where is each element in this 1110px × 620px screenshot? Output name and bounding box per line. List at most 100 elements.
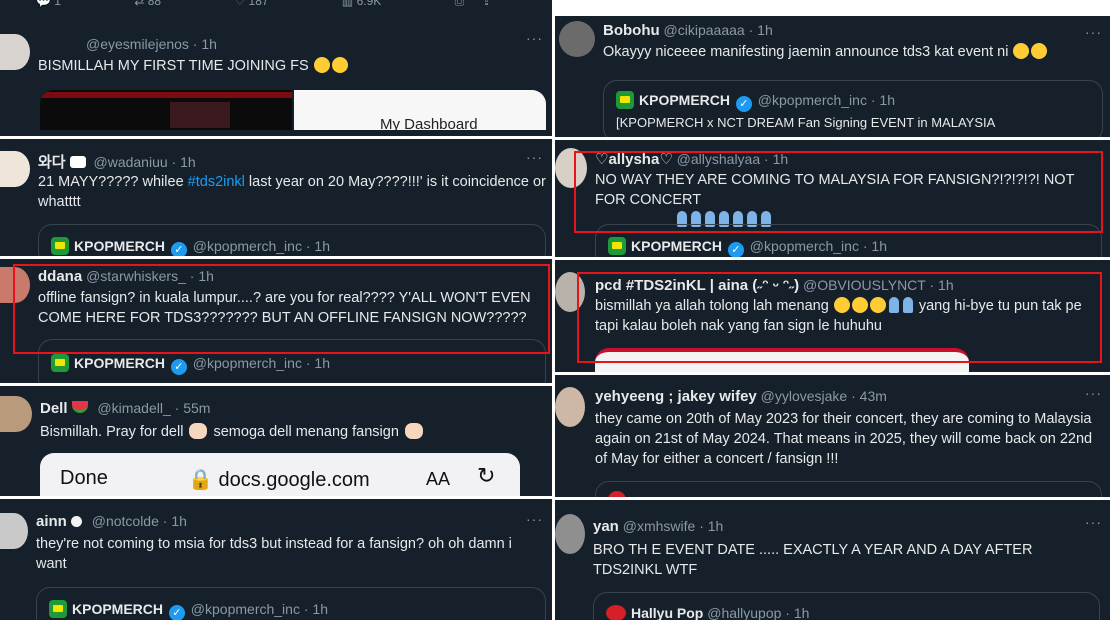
praying-hands-emoji-icon bbox=[404, 423, 423, 439]
timestamp[interactable]: 1h bbox=[180, 154, 196, 170]
more-options-icon[interactable]: ··· bbox=[526, 149, 543, 165]
tweet-media[interactable]: My Dashboard bbox=[40, 90, 546, 130]
left-panel-top: 💬 1 ⇄ 88 ♡ 187 ▥ 6.9K ⎙ ⇪ @eyesmilejenos… bbox=[0, 0, 552, 136]
quote-tweet[interactable]: Hallyu Pop @hallyupop · 1h bbox=[593, 592, 1100, 620]
views-icon[interactable]: ▥ bbox=[342, 0, 353, 8]
more-options-icon[interactable]: ··· bbox=[526, 511, 543, 527]
media-image-light: My Dashboard bbox=[294, 90, 546, 130]
kpopmerch-logo-icon bbox=[608, 237, 626, 255]
timestamp[interactable]: 43m bbox=[860, 388, 887, 404]
tweet-actions: 💬 1 ⇄ 88 ♡ 187 ▥ 6.9K ⎙ ⇪ bbox=[36, 0, 492, 9]
sob-emoji-icon bbox=[331, 57, 348, 73]
tweet-header: Dell @kimadell_ · 55m bbox=[40, 400, 211, 417]
quote-handle: @hallyupop bbox=[707, 605, 782, 620]
quote-time: 1h bbox=[879, 92, 895, 108]
handle[interactable]: @wadaniuu bbox=[94, 154, 168, 170]
tweet-header: @eyesmilejenos · 1h bbox=[86, 36, 217, 52]
handle[interactable]: @notcolde bbox=[92, 513, 159, 529]
media-caption: My Dashboard bbox=[380, 116, 478, 130]
display-name[interactable]: Bobohu bbox=[603, 22, 660, 39]
display-name[interactable]: 와다 bbox=[38, 154, 66, 171]
watermelon-emoji-icon bbox=[71, 401, 88, 413]
avatar[interactable] bbox=[555, 387, 585, 427]
quote-time: 1h bbox=[314, 238, 330, 254]
avatar[interactable] bbox=[555, 514, 585, 554]
quote-header: KPOPMERCH ✓ @kpopmerch_inc · 1h bbox=[51, 237, 330, 256]
avatar[interactable] bbox=[0, 396, 32, 432]
quote-tweet[interactable]: KPOPMERCH ✓ @kpopmerch_inc · 1h bbox=[36, 587, 546, 620]
more-options-icon[interactable]: ··· bbox=[1085, 514, 1102, 530]
quote-tweet[interactable]: KPOPMERCH ✓ @kpopmerch_inc · 1h [KPOPMER… bbox=[603, 80, 1103, 137]
display-name[interactable]: Dell bbox=[40, 400, 68, 417]
display-name[interactable]: ainn bbox=[36, 513, 67, 530]
pensive-emoji-icon bbox=[1013, 43, 1030, 59]
quote-header: KPOPMERCH ✓ @kpopmerch_inc · 1h bbox=[608, 237, 887, 257]
screenshot-collage: 💬 1 ⇄ 88 ♡ 187 ▥ 6.9K ⎙ ⇪ @eyesmilejenos… bbox=[0, 0, 1110, 620]
tweet-header: ainn @notcolde · 1h bbox=[36, 513, 187, 530]
highlight-box bbox=[13, 264, 550, 354]
sob-emoji-icon bbox=[313, 57, 330, 73]
handle[interactable]: @xmhswife bbox=[623, 518, 696, 534]
avatar[interactable] bbox=[0, 151, 30, 187]
reply-icon[interactable]: 💬 bbox=[36, 0, 51, 8]
more-options-icon[interactable]: ··· bbox=[526, 30, 543, 46]
quote-time: 1h bbox=[312, 601, 328, 617]
timestamp[interactable]: 1h bbox=[171, 513, 187, 529]
avatar[interactable] bbox=[559, 21, 595, 57]
timestamp[interactable]: 55m bbox=[183, 400, 210, 416]
chef-emoji-icon bbox=[69, 156, 86, 168]
more-options-icon[interactable]: ··· bbox=[1085, 385, 1102, 401]
browser-text-size-button[interactable]: AA bbox=[426, 469, 450, 490]
handle[interactable]: @eyesmilejenos bbox=[86, 36, 189, 52]
hashtag-link[interactable]: #tds2inkl bbox=[188, 174, 245, 190]
left-panel-2: 와다 @wadaniuu · 1h ··· 21 MAYY????? while… bbox=[0, 139, 552, 256]
quote-tweet[interactable]: KPOPMERCH ✓ @kpopmerch_inc · 1h bbox=[38, 224, 546, 256]
media-banner bbox=[40, 92, 292, 98]
quote-handle: @kpopmerch_inc bbox=[757, 92, 867, 108]
left-panel-4: Dell @kimadell_ · 55m Bismillah. Pray fo… bbox=[0, 386, 552, 496]
browser-url-bar[interactable]: 🔒 docs.google.com bbox=[188, 467, 370, 492]
verified-badge-icon: ✓ bbox=[170, 242, 187, 256]
quote-tweet[interactable] bbox=[595, 481, 1102, 497]
handle[interactable]: @cikipaaaaa bbox=[664, 22, 745, 38]
avatar[interactable] bbox=[0, 34, 30, 70]
quote-time: 1h bbox=[314, 355, 330, 371]
quote-time: 1h bbox=[871, 238, 887, 254]
browser-url: docs.google.com bbox=[218, 469, 370, 491]
quote-handle: @kpopmerch_inc bbox=[192, 355, 302, 371]
browser-screenshot[interactable]: Done 🔒 docs.google.com AA ↻ bbox=[40, 453, 520, 496]
right-panel-4: yehyeeng ; jakey wifey @yylovesjake · 43… bbox=[555, 375, 1110, 497]
quote-display-name: KPOPMERCH bbox=[639, 92, 731, 108]
timestamp[interactable]: 1h bbox=[201, 36, 217, 52]
avatar[interactable] bbox=[0, 513, 28, 549]
share-icon[interactable]: ⇪ bbox=[482, 0, 492, 8]
like-icon[interactable]: ♡ bbox=[234, 0, 245, 8]
media-banner-art bbox=[170, 102, 230, 128]
egg-emoji-icon bbox=[70, 516, 82, 527]
tweet-text: they came on 20th of May 2023 for their … bbox=[595, 411, 1093, 467]
lock-icon: 🔒 bbox=[188, 469, 213, 491]
browser-done-button[interactable]: Done bbox=[60, 467, 108, 490]
reload-icon[interactable]: ↻ bbox=[477, 463, 495, 489]
handle[interactable]: @kimadell_ bbox=[97, 400, 170, 416]
bookmark-icon[interactable]: ⎙ bbox=[455, 0, 465, 8]
handle[interactable]: @yylovesjake bbox=[761, 388, 848, 404]
display-name[interactable]: yehyeeng ; jakey wifey bbox=[595, 388, 757, 405]
more-options-icon[interactable]: ··· bbox=[1085, 24, 1102, 40]
display-name[interactable]: yan bbox=[593, 518, 619, 535]
quote-text: [KPOPMERCH x NCT DREAM Fan Signing EVENT… bbox=[616, 115, 996, 130]
kpopmerch-logo-icon bbox=[51, 237, 69, 255]
pensive-emoji-icon bbox=[1031, 43, 1048, 59]
praying-hands-emoji-icon bbox=[189, 423, 208, 439]
hallyu-pop-logo-icon bbox=[606, 605, 626, 620]
repost-icon[interactable]: ⇄ bbox=[134, 0, 144, 8]
quote-display-name: KPOPMERCH bbox=[631, 238, 723, 254]
quote-header: KPOPMERCH ✓ @kpopmerch_inc · 1h bbox=[49, 600, 328, 620]
tweet-text: BRO TH E EVENT DATE ..... EXACTLY A YEAR… bbox=[593, 542, 1033, 578]
timestamp[interactable]: 1h bbox=[708, 518, 724, 534]
timestamp[interactable]: 1h bbox=[757, 22, 773, 38]
tweet-text: they're not coming to msia for tds3 but … bbox=[36, 536, 512, 572]
quote-header: Hallyu Pop @hallyupop · 1h bbox=[606, 605, 809, 620]
views-count: 6.9K bbox=[356, 0, 382, 8]
quote-header: KPOPMERCH ✓ @kpopmerch_inc · 1h bbox=[616, 91, 895, 112]
